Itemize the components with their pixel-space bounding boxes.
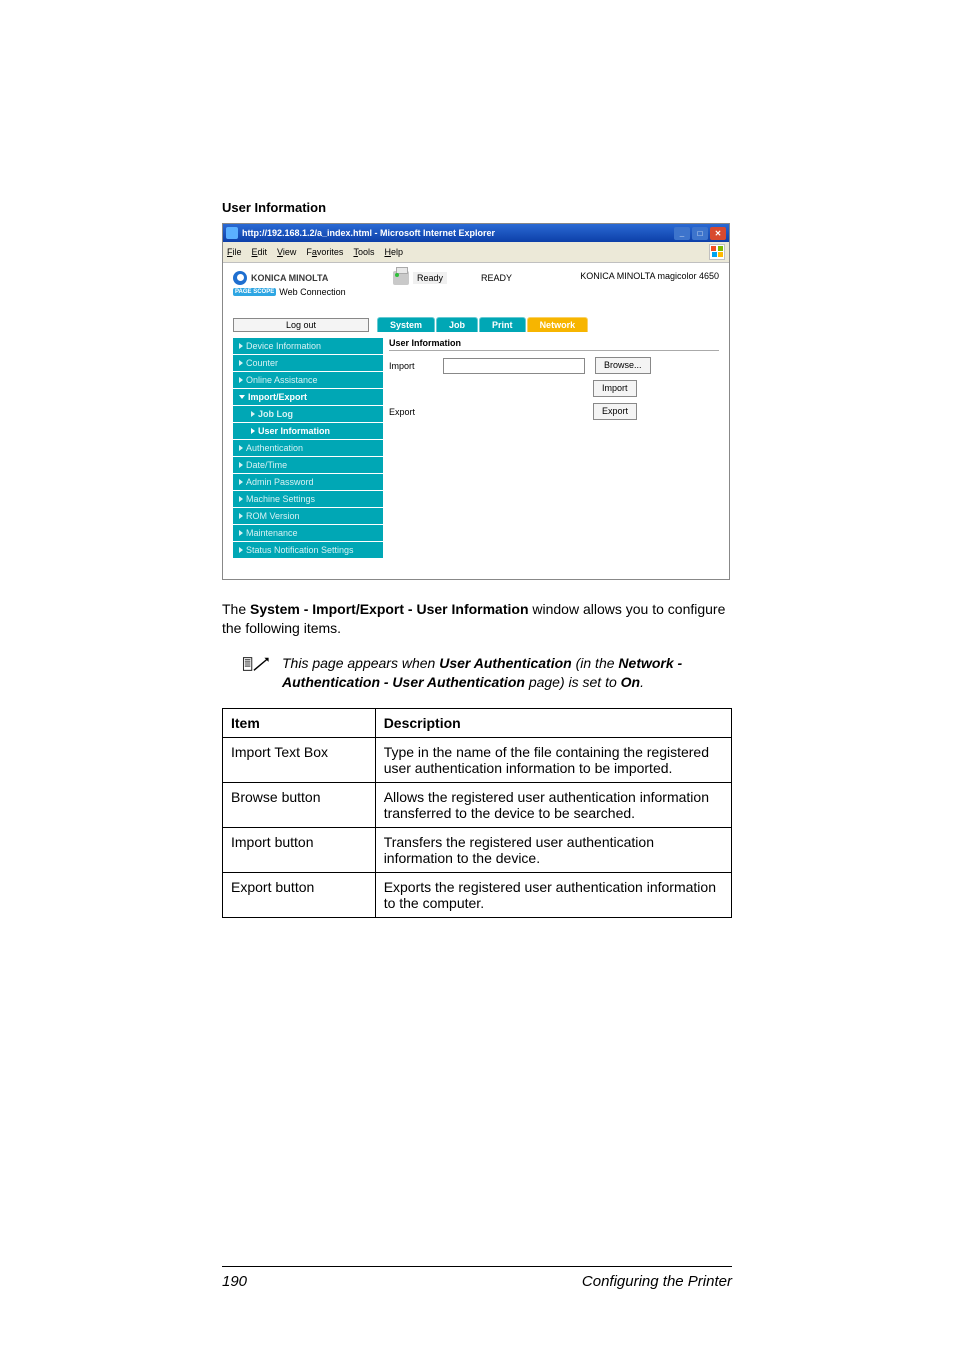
triangle-icon [239,513,243,519]
browse-button[interactable]: Browse... [595,357,651,374]
table-row: Import button Transfers the registered u… [223,827,732,872]
sidebar-item-machine-settings[interactable]: Machine Settings [233,491,383,508]
ie-icon [226,227,238,239]
sidebar-item-status-notification[interactable]: Status Notification Settings [233,542,383,559]
sidebar-item-counter[interactable]: Counter [233,355,383,372]
export-label: Export [389,407,433,417]
window-titlebar: http://192.168.1.2/a_index.html - Micros… [223,224,729,242]
import-button[interactable]: Import [593,380,637,397]
sidebar-item-device-information[interactable]: Device Information [233,338,383,355]
section-heading: User Information [222,200,732,215]
table-cell-description: Allows the registered user authenticatio… [375,782,731,827]
sidebar-item-authentication[interactable]: Authentication [233,440,383,457]
tab-job[interactable]: Job [436,317,478,332]
brand-name: KONICA MINOLTA [251,273,328,283]
menu-file[interactable]: File [227,247,242,257]
note: This page appears when User Authenticati… [222,654,732,692]
triangle-down-icon [239,395,245,399]
page-content: KONICA MINOLTA PAGE SCOPE Web Connection… [223,263,729,579]
note-text: This page appears when User Authenticati… [282,654,732,692]
triangle-icon [251,428,255,434]
window-close-button[interactable]: ✕ [710,227,726,240]
body-paragraph: The System - Import/Export - User Inform… [222,600,732,638]
menu-bar: File Edit View Favorites Tools Help [223,242,729,263]
menu-view[interactable]: View [277,247,296,257]
export-button[interactable]: Export [593,403,637,420]
embedded-screenshot: http://192.168.1.2/a_index.html - Micros… [222,223,730,580]
sidebar-item-rom-version[interactable]: ROM Version [233,508,383,525]
menu-help[interactable]: Help [384,247,403,257]
sidebar-item-admin-password[interactable]: Admin Password [233,474,383,491]
triangle-icon [239,547,243,553]
table-header-row: Item Description [223,708,732,737]
triangle-icon [239,360,243,366]
detail-heading: User Information [389,338,719,351]
table-cell-description: Type in the name of the file containing … [375,737,731,782]
sidebar-item-maintenance[interactable]: Maintenance [233,525,383,542]
tab-print[interactable]: Print [479,317,526,332]
table-cell-description: Transfers the registered user authentica… [375,827,731,872]
triangle-icon [239,377,243,383]
page-number: 190 [222,1273,247,1290]
windows-flag-icon[interactable] [709,244,725,260]
page: User Information http://192.168.1.2/a_in… [0,0,954,1350]
note-icon [242,654,270,674]
brand-logo-icon [233,271,247,285]
sidebar-subitem-job-log[interactable]: Job Log [233,406,383,423]
sidebar: Device Information Counter Online Assist… [233,338,383,559]
model-label: KONICA MINOLTA magicolor 4650 [549,271,719,281]
sidebar-item-import-export[interactable]: Import/Export [233,389,383,406]
table-row: Export button Exports the registered use… [223,872,732,917]
status-ready-small: Ready [413,272,447,284]
printer-icon [393,271,409,285]
table-cell-item: Export button [223,872,376,917]
table-cell-item: Browse button [223,782,376,827]
triangle-icon [239,445,243,451]
window-title: http://192.168.1.2/a_index.html - Micros… [242,228,670,238]
sidebar-subitem-user-information[interactable]: User Information [233,423,383,440]
triangle-icon [239,343,243,349]
logout-button[interactable]: Log out [233,318,369,332]
window-minimize-button[interactable]: _ [674,227,690,240]
triangle-icon [239,462,243,468]
table-row: Import Text Box Type in the name of the … [223,737,732,782]
table-cell-item: Import button [223,827,376,872]
tab-system[interactable]: System [377,317,435,332]
detail-panel: User Information Import Browse... Import… [389,338,719,559]
table-cell-item: Import Text Box [223,737,376,782]
tab-bar: System Job Print Network [377,317,589,332]
web-connection-label: Web Connection [279,287,345,297]
import-text-box[interactable] [443,358,585,374]
menu-tools[interactable]: Tools [353,247,374,257]
menu-favorites[interactable]: Favorites [306,247,343,257]
table-cell-description: Exports the registered user authenticati… [375,872,731,917]
sidebar-item-date-time[interactable]: Date/Time [233,457,383,474]
triangle-icon [239,530,243,536]
table-header-item: Item [223,708,376,737]
import-label: Import [389,361,433,371]
footer-title: Configuring the Printer [582,1273,732,1290]
page-footer: 190 Configuring the Printer [222,1266,732,1290]
tab-network[interactable]: Network [527,317,589,332]
sidebar-item-online-assistance[interactable]: Online Assistance [233,372,383,389]
triangle-icon [239,496,243,502]
status-ready-large: READY [451,273,512,283]
menu-edit[interactable]: Edit [252,247,268,257]
table-row: Browse button Allows the registered user… [223,782,732,827]
window-maximize-button[interactable]: □ [692,227,708,240]
pagescope-badge: PAGE SCOPE [233,288,276,296]
triangle-icon [239,479,243,485]
table-header-description: Description [375,708,731,737]
info-table: Item Description Import Text Box Type in… [222,708,732,918]
triangle-icon [251,411,255,417]
